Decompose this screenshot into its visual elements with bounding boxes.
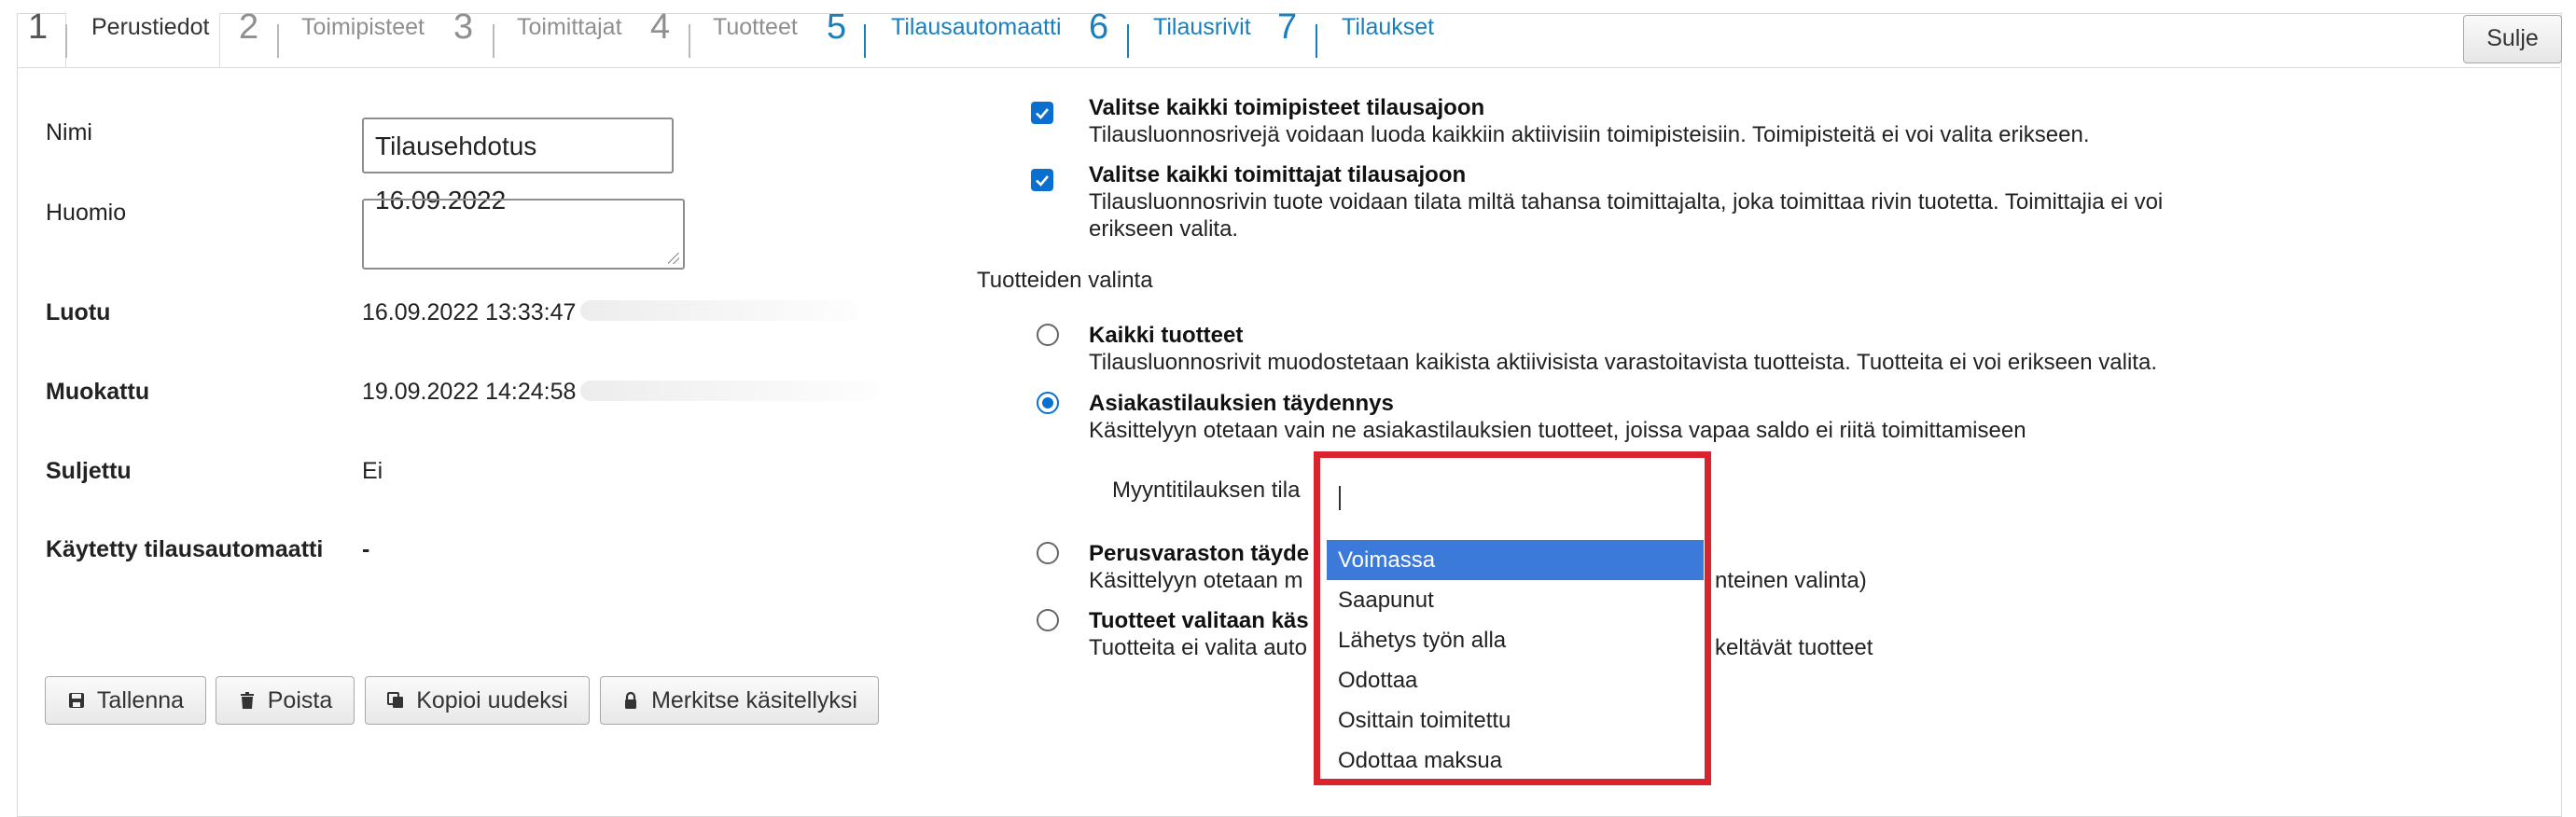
select-all-suppliers-checkbox[interactable]: [1031, 169, 1053, 191]
radio-base-stock[interactable]: [1037, 542, 1059, 564]
tab-number: 6: [1089, 7, 1109, 47]
tab-separator: [1127, 24, 1129, 58]
save-button-label: Tallenna: [96, 686, 185, 713]
manual-products-desc-tail: keltävät tuotteet: [1715, 635, 1873, 660]
lock-icon: [625, 691, 637, 709]
all-products-desc: Tilausluonnosrivit muodostetaan kaikista…: [1089, 350, 2157, 375]
select-all-suppliers-desc: Tilausluonnosrivin tuote voidaan tilata …: [1089, 189, 2164, 242]
created-label: Luotu: [46, 299, 111, 325]
copy-icon: [387, 692, 404, 708]
tab-tilausautomaatti-number[interactable]: 5: [827, 0, 846, 54]
sales-order-state-select[interactable]: Voimassa Saapunut Lähetys työn alla Odot…: [1314, 451, 1711, 785]
tab-separator: [65, 24, 67, 58]
tab-perustiedot-label[interactable]: Perustiedot: [91, 0, 209, 54]
page: 1 Perustiedot 2 Toimipisteet 3 Toimittaj…: [0, 0, 2576, 817]
mark-processed-button[interactable]: Merkitse käsitellyksi: [600, 676, 879, 725]
check-icon: [1036, 108, 1049, 119]
text-cursor: [1339, 486, 1341, 510]
save-button[interactable]: Tallenna: [45, 676, 206, 725]
sales-order-state-options: Voimassa Saapunut Lähetys työn alla Odot…: [1327, 540, 1704, 781]
redacted-user: [580, 381, 879, 401]
modified-value: 19.09.2022 14:24:58: [362, 379, 577, 405]
tab-number: 4: [650, 7, 671, 47]
tab-tilausrivit-number[interactable]: 6: [1089, 0, 1108, 54]
name-input[interactable]: Tilausehdotus 16.09.2022: [362, 118, 674, 215]
tab-tilaukset-number[interactable]: 7: [1277, 0, 1297, 54]
tab-label: Tilausautomaatti: [891, 14, 1062, 40]
option-osittain-toimitettu[interactable]: Osittain toimitettu: [1327, 700, 1704, 741]
option-odottaa[interactable]: Odottaa: [1327, 660, 1704, 700]
all-products-title: Kaikki tuotteet: [1089, 323, 1244, 348]
tab-toimipisteet: Toimipisteet: [301, 0, 425, 54]
customer-orders-desc: Käsittelyyn otetaan vain ne asiakastilau…: [1089, 418, 2026, 443]
automat-value: -: [362, 536, 370, 562]
mark-processed-button-label: Merkitse käsitellyksi: [651, 686, 857, 713]
select-all-suppliers-title: Valitse kaikki toimittajat tilausajoon: [1089, 162, 1467, 187]
created-value: 16.09.2022 13:33:47: [362, 299, 577, 325]
option-voimassa[interactable]: Voimassa: [1327, 540, 1704, 580]
manual-products-title: Tuotteet valitaan käs: [1089, 608, 1309, 633]
base-stock-title: Perusvaraston täyde: [1089, 541, 1310, 566]
redacted-user: [580, 300, 860, 321]
select-all-sites-checkbox[interactable]: [1031, 102, 1053, 124]
tab-toimittajat: Toimittajat: [517, 0, 622, 54]
tab-separator: [493, 24, 494, 58]
tab-label: Toimittajat: [517, 14, 622, 40]
base-stock-desc: Käsittelyyn otetaan m: [1089, 568, 1303, 593]
name-label: Nimi: [46, 119, 92, 145]
tab-label: Toimipisteet: [301, 14, 425, 40]
copy-button-label: Kopioi uudeksi: [416, 686, 568, 713]
base-stock-desc-tail: nteinen valinta): [1715, 568, 1867, 593]
tab-label: Tilausrivit: [1153, 14, 1251, 40]
modified-label: Muokattu: [46, 379, 150, 405]
select-all-sites-title: Valitse kaikki toimipisteet tilausajoon: [1089, 95, 1485, 120]
customer-orders-title: Asiakastilauksien täydennys: [1089, 391, 1394, 416]
check-icon: [1036, 175, 1049, 187]
tab-number: 1: [28, 7, 49, 47]
copy-button[interactable]: Kopioi uudeksi: [365, 676, 590, 725]
tab-label: Perustiedot: [91, 14, 210, 40]
tab-number: 7: [1277, 7, 1298, 47]
tab-label: Tilaukset: [1342, 14, 1435, 40]
tab-perustiedot[interactable]: 1: [28, 0, 48, 54]
tab-separator: [864, 24, 866, 58]
tab-separator: [689, 24, 690, 58]
delete-button-label: Poista: [267, 686, 333, 713]
radio-manual-products[interactable]: [1037, 609, 1059, 631]
tab-separator: [1316, 24, 1317, 58]
option-lahetys-tyon-alla[interactable]: Lähetys työn alla: [1327, 620, 1704, 660]
sales-order-state-label: Myyntitilauksen tila: [1112, 478, 1301, 503]
product-selection-label: Tuotteiden valinta: [977, 268, 1153, 293]
tab-toimittajat-number: 3: [453, 0, 473, 54]
select-all-sites-desc: Tilausluonnosrivejä voidaan luoda kaikki…: [1089, 122, 2090, 147]
tab-toimipisteet-number: 2: [239, 0, 258, 54]
trash-icon: [240, 692, 254, 709]
tab-number: 5: [827, 7, 847, 47]
tab-tilausautomaatti[interactable]: Tilausautomaatti: [891, 0, 1062, 54]
radio-all-products[interactable]: [1037, 324, 1059, 346]
note-label: Huomio: [46, 200, 127, 226]
manual-products-desc: Tuotteita ei valita auto: [1089, 635, 1307, 660]
tab-number: 3: [453, 7, 474, 47]
option-odottaa-maksua[interactable]: Odottaa maksua: [1327, 741, 1704, 781]
closed-value: Ei: [362, 458, 383, 484]
tab-tilausrivit[interactable]: Tilausrivit: [1153, 0, 1251, 54]
radio-customer-orders[interactable]: [1037, 392, 1059, 414]
tab-tuotteet-number: 4: [650, 0, 670, 54]
delete-button[interactable]: Poista: [216, 676, 355, 725]
tab-tilaukset[interactable]: Tilaukset: [1342, 0, 1434, 54]
option-saapunut[interactable]: Saapunut: [1327, 580, 1704, 620]
tab-separator: [277, 24, 279, 58]
closed-label: Suljettu: [46, 458, 132, 484]
automat-label: Käytetty tilausautomaatti: [46, 536, 324, 562]
close-button[interactable]: Sulje: [2463, 15, 2562, 63]
tab-label: Tuotteet: [713, 14, 798, 40]
save-icon: [68, 693, 84, 708]
note-textarea[interactable]: [362, 199, 685, 270]
tab-number: 2: [239, 7, 259, 47]
tab-tuotteet: Tuotteet: [713, 0, 798, 54]
